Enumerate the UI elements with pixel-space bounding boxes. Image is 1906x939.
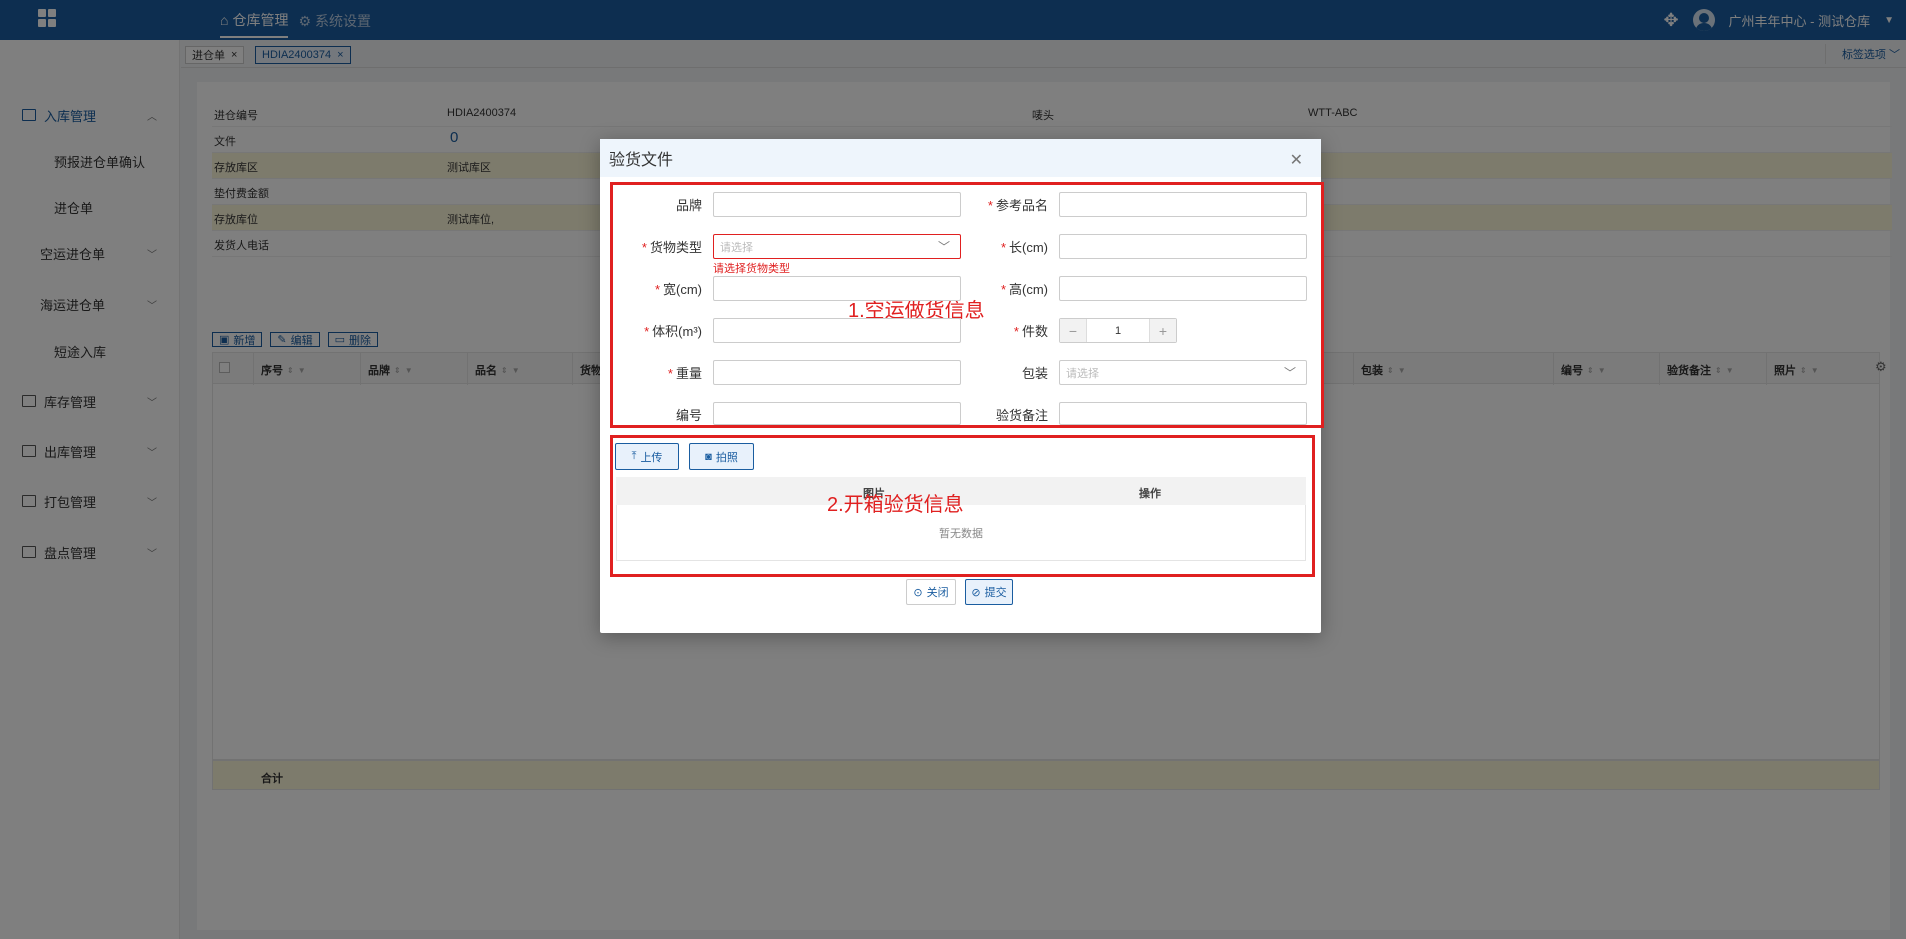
pieces-label: * 件数 (1013, 324, 1048, 339)
weight-label: * 重量 (667, 366, 702, 381)
width-label: * 宽(cm) (654, 282, 702, 297)
chevron-down-icon: ﹀ (1283, 366, 1296, 380)
brand-input[interactable] (713, 192, 961, 217)
inspection-note-label: 验货备注 (995, 408, 1048, 423)
packaging-select[interactable]: 请选择 ﹀ (1059, 360, 1307, 385)
check-circle-icon: ⊘ (971, 586, 981, 599)
packaging-label: 包装 (1021, 366, 1048, 381)
inspection-file-modal: 验货文件 ✕ 1.空运做货信息 品牌 * 参考品名 * 货物类型 请选择 ﹀ 请选择… (600, 139, 1324, 633)
ref-name-input[interactable] (1059, 192, 1307, 217)
close-icon[interactable]: ✕ (1290, 150, 1303, 170)
upload-icon: ⤒ (631, 450, 637, 462)
chevron-down-icon: ﹀ (937, 240, 950, 254)
height-label: * 高(cm) (1000, 282, 1048, 297)
close-circle-icon: ⊙ (913, 586, 923, 599)
inspection-note-input[interactable] (1059, 402, 1307, 425)
modal-header: 验货文件 ✕ (600, 139, 1321, 177)
code-input[interactable] (713, 402, 961, 425)
width-input[interactable] (713, 276, 961, 301)
submit-button[interactable]: ⊘ 提交 (965, 579, 1013, 605)
length-label: * 长(cm) (1000, 240, 1048, 255)
unboxing-inspection-annotation: 2.开箱验货信息 (827, 494, 964, 516)
length-input[interactable] (1059, 234, 1307, 259)
pieces-value[interactable]: 1 (1086, 319, 1150, 342)
height-input[interactable] (1059, 276, 1307, 301)
ref-name-label: * 参考品名 (987, 198, 1048, 213)
cargo-type-select[interactable]: 请选择 ﹀ (713, 234, 961, 259)
cargo-type-error: 请选择货物类型 (713, 263, 790, 275)
brand-label: 品牌 (675, 198, 702, 213)
pieces-stepper[interactable]: − 1 + (1059, 318, 1177, 343)
cargo-type-label: * 货物类型 (641, 240, 702, 255)
volume-input[interactable] (713, 318, 961, 343)
upload-button[interactable]: ⤒ 上传 (615, 443, 679, 470)
close-button[interactable]: ⊙ 关闭 (906, 579, 956, 605)
weight-input[interactable] (713, 360, 961, 385)
minus-button[interactable]: − (1060, 319, 1086, 342)
take-photo-button[interactable]: ◙ 拍照 (689, 443, 754, 470)
plus-button[interactable]: + (1150, 319, 1176, 342)
code-label: 编号 (675, 408, 702, 423)
modal-title: 验货文件 (609, 152, 674, 169)
camera-icon: ◙ (705, 450, 712, 463)
volume-label: * 体积(m³) (644, 324, 702, 339)
